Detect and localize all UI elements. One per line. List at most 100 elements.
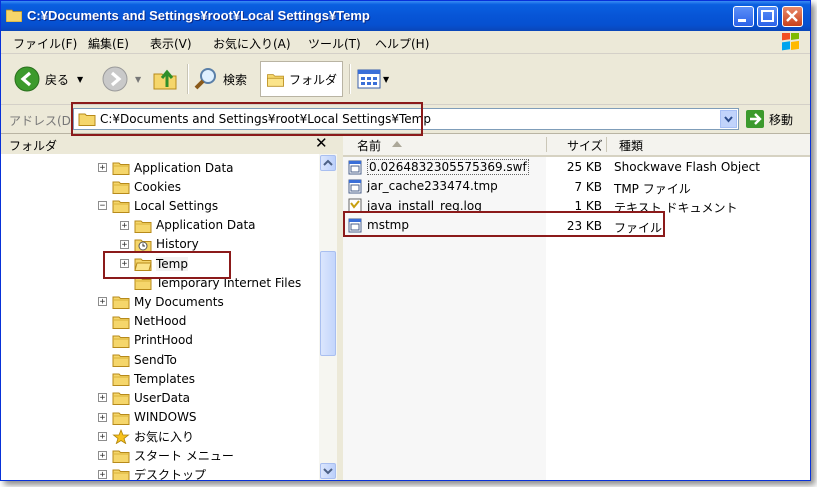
tree-item-label: お気に入り xyxy=(134,429,195,444)
column-size[interactable]: サイズ xyxy=(567,137,603,154)
scroll-down-button[interactable] xyxy=(320,463,336,479)
address-label: アドレス(D) xyxy=(9,114,76,128)
star-icon xyxy=(112,428,130,444)
menu-view[interactable]: 表示(V) xyxy=(150,35,192,52)
folder-tree-scrollbar[interactable] xyxy=(319,154,337,480)
folder-icon xyxy=(112,373,130,387)
tree-item-label: Local Settings xyxy=(134,198,219,213)
tree-item[interactable]: Templates xyxy=(98,369,195,388)
column-type[interactable]: 種類 xyxy=(619,137,643,154)
folders-label: フォルダ xyxy=(288,72,337,87)
file-type: TMP ファイル xyxy=(614,181,691,196)
menu-favorites[interactable]: お気に入り(A) xyxy=(213,35,291,52)
views-dropdown-icon[interactable]: ▼ xyxy=(383,75,389,84)
expand-icon[interactable]: + xyxy=(120,220,129,230)
file-name: 0.0264832305575369.swf xyxy=(367,159,529,175)
temp-folder-highlight-box xyxy=(103,251,231,279)
tree-item-label: UserData xyxy=(134,390,191,405)
window-title: C:¥Documents and Settings¥root¥Local Set… xyxy=(27,8,370,23)
tree-item-label: SendTo xyxy=(134,352,177,367)
tree-item-label: WINDOWS xyxy=(134,410,197,425)
back-button[interactable]: 戻る ▼ xyxy=(13,61,83,97)
file-name: jar_cache233474.tmp xyxy=(367,179,498,193)
explorer-window: C:¥Documents and Settings¥root¥Local Set… xyxy=(0,0,811,481)
folder-icon xyxy=(112,354,130,367)
folder-icon xyxy=(112,469,130,480)
tree-item[interactable]: SendTo xyxy=(98,350,177,369)
file-type: Shockwave Flash Object xyxy=(614,160,760,174)
column-name[interactable]: 名前 xyxy=(357,137,381,154)
folders-button[interactable]: フォルダ xyxy=(260,61,343,97)
tree-item-label: Application Data xyxy=(156,218,256,233)
windows-logo-icon xyxy=(782,33,799,51)
tree-item-label: Templates xyxy=(134,371,196,386)
minimize-button[interactable] xyxy=(733,6,754,27)
tree-item[interactable]: NetHood xyxy=(98,312,186,331)
search-button[interactable]: 検索 xyxy=(193,61,247,97)
tree-item[interactable]: − Local Settings xyxy=(98,196,218,215)
expand-icon[interactable]: + xyxy=(98,163,107,173)
tree-item-label: My Documents xyxy=(134,294,224,309)
minimize-icon xyxy=(738,19,746,22)
file-list-header: 名前 サイズ 種類 xyxy=(343,134,810,157)
folder-icon xyxy=(112,412,130,425)
folder-pane-title: フォルダ xyxy=(9,139,58,153)
views-button[interactable]: ▼ xyxy=(357,61,389,97)
expand-icon[interactable]: + xyxy=(98,451,107,461)
tree-item[interactable]: + Application Data xyxy=(120,216,256,235)
file-row[interactable]: 0.0264832305575369.swf 25 KB Shockwave Fla… xyxy=(343,158,810,177)
expand-icon[interactable]: + xyxy=(98,412,107,422)
tree-item-label: PrintHood xyxy=(134,333,193,348)
file-icon xyxy=(348,179,362,193)
menu-help[interactable]: ヘルプ(H) xyxy=(375,35,429,52)
tree-item[interactable]: + Application Data xyxy=(98,158,234,177)
tree-item[interactable]: PrintHood xyxy=(98,331,193,350)
expand-icon[interactable]: + xyxy=(120,239,129,249)
folder-pane-close-icon[interactable]: ✕ xyxy=(315,134,328,152)
folder-icon xyxy=(112,316,130,329)
sort-ascending-icon xyxy=(392,141,402,147)
file-size: 25 KB xyxy=(566,160,602,174)
folder-icon xyxy=(112,450,130,463)
search-label: 検索 xyxy=(223,72,248,87)
folder-pane-header: フォルダ ✕ xyxy=(1,134,339,154)
tree-item[interactable]: + My Documents xyxy=(98,292,224,311)
folder-icon xyxy=(112,392,130,406)
tree-item[interactable]: + お気に入り xyxy=(98,427,194,446)
file-size: 7 KB xyxy=(574,179,602,194)
tree-item[interactable]: + デスクトップ xyxy=(98,465,206,480)
go-button[interactable]: 移動 xyxy=(745,109,793,129)
scroll-thumb[interactable] xyxy=(320,251,336,356)
file-list: 名前 サイズ 種類 0.0264832305575369.swf 25 KB Sho… xyxy=(343,134,810,480)
folder-tree[interactable]: + Application Data Cookies − Local Settings +… xyxy=(1,154,319,480)
tree-item-label: NetHood xyxy=(134,314,187,329)
menu-edit[interactable]: 編集(E) xyxy=(88,35,129,52)
scroll-up-button[interactable] xyxy=(320,155,336,171)
expand-icon[interactable]: + xyxy=(98,470,107,480)
tree-item-label: Application Data xyxy=(134,160,234,175)
address-dropdown-button[interactable] xyxy=(720,110,737,128)
menu-file[interactable]: ファイル(F) xyxy=(13,35,77,52)
expand-icon[interactable]: + xyxy=(98,297,107,307)
title-bar[interactable]: C:¥Documents and Settings¥root¥Local Set… xyxy=(1,1,810,31)
up-folder-button[interactable] xyxy=(151,61,179,97)
folder-icon xyxy=(6,9,22,22)
forward-dropdown-icon[interactable]: ▼ xyxy=(135,75,141,84)
collapse-icon[interactable]: − xyxy=(98,201,107,211)
flash-file-icon xyxy=(348,160,362,174)
toolbar: 戻る ▼ ▼ 検索 フォルダ ▼ xyxy=(1,54,810,105)
tree-item[interactable]: Cookies xyxy=(98,177,181,196)
menu-tools[interactable]: ツール(T) xyxy=(308,35,361,52)
expand-icon[interactable]: + xyxy=(98,393,107,403)
forward-button[interactable]: ▼ xyxy=(101,61,141,97)
tree-item-label: デスクトップ xyxy=(134,468,207,480)
tree-item[interactable]: + スタート メニュー xyxy=(98,446,234,465)
folder-icon xyxy=(112,162,130,175)
tree-item[interactable]: + UserData xyxy=(98,388,190,407)
expand-icon[interactable]: + xyxy=(98,431,107,441)
maximize-button[interactable] xyxy=(757,6,778,27)
back-dropdown-icon[interactable]: ▼ xyxy=(77,75,83,84)
close-button[interactable] xyxy=(782,6,803,27)
file-row[interactable]: jar_cache233474.tmp 7 KB TMP ファイル xyxy=(343,178,810,197)
tree-item[interactable]: + WINDOWS xyxy=(98,408,197,427)
